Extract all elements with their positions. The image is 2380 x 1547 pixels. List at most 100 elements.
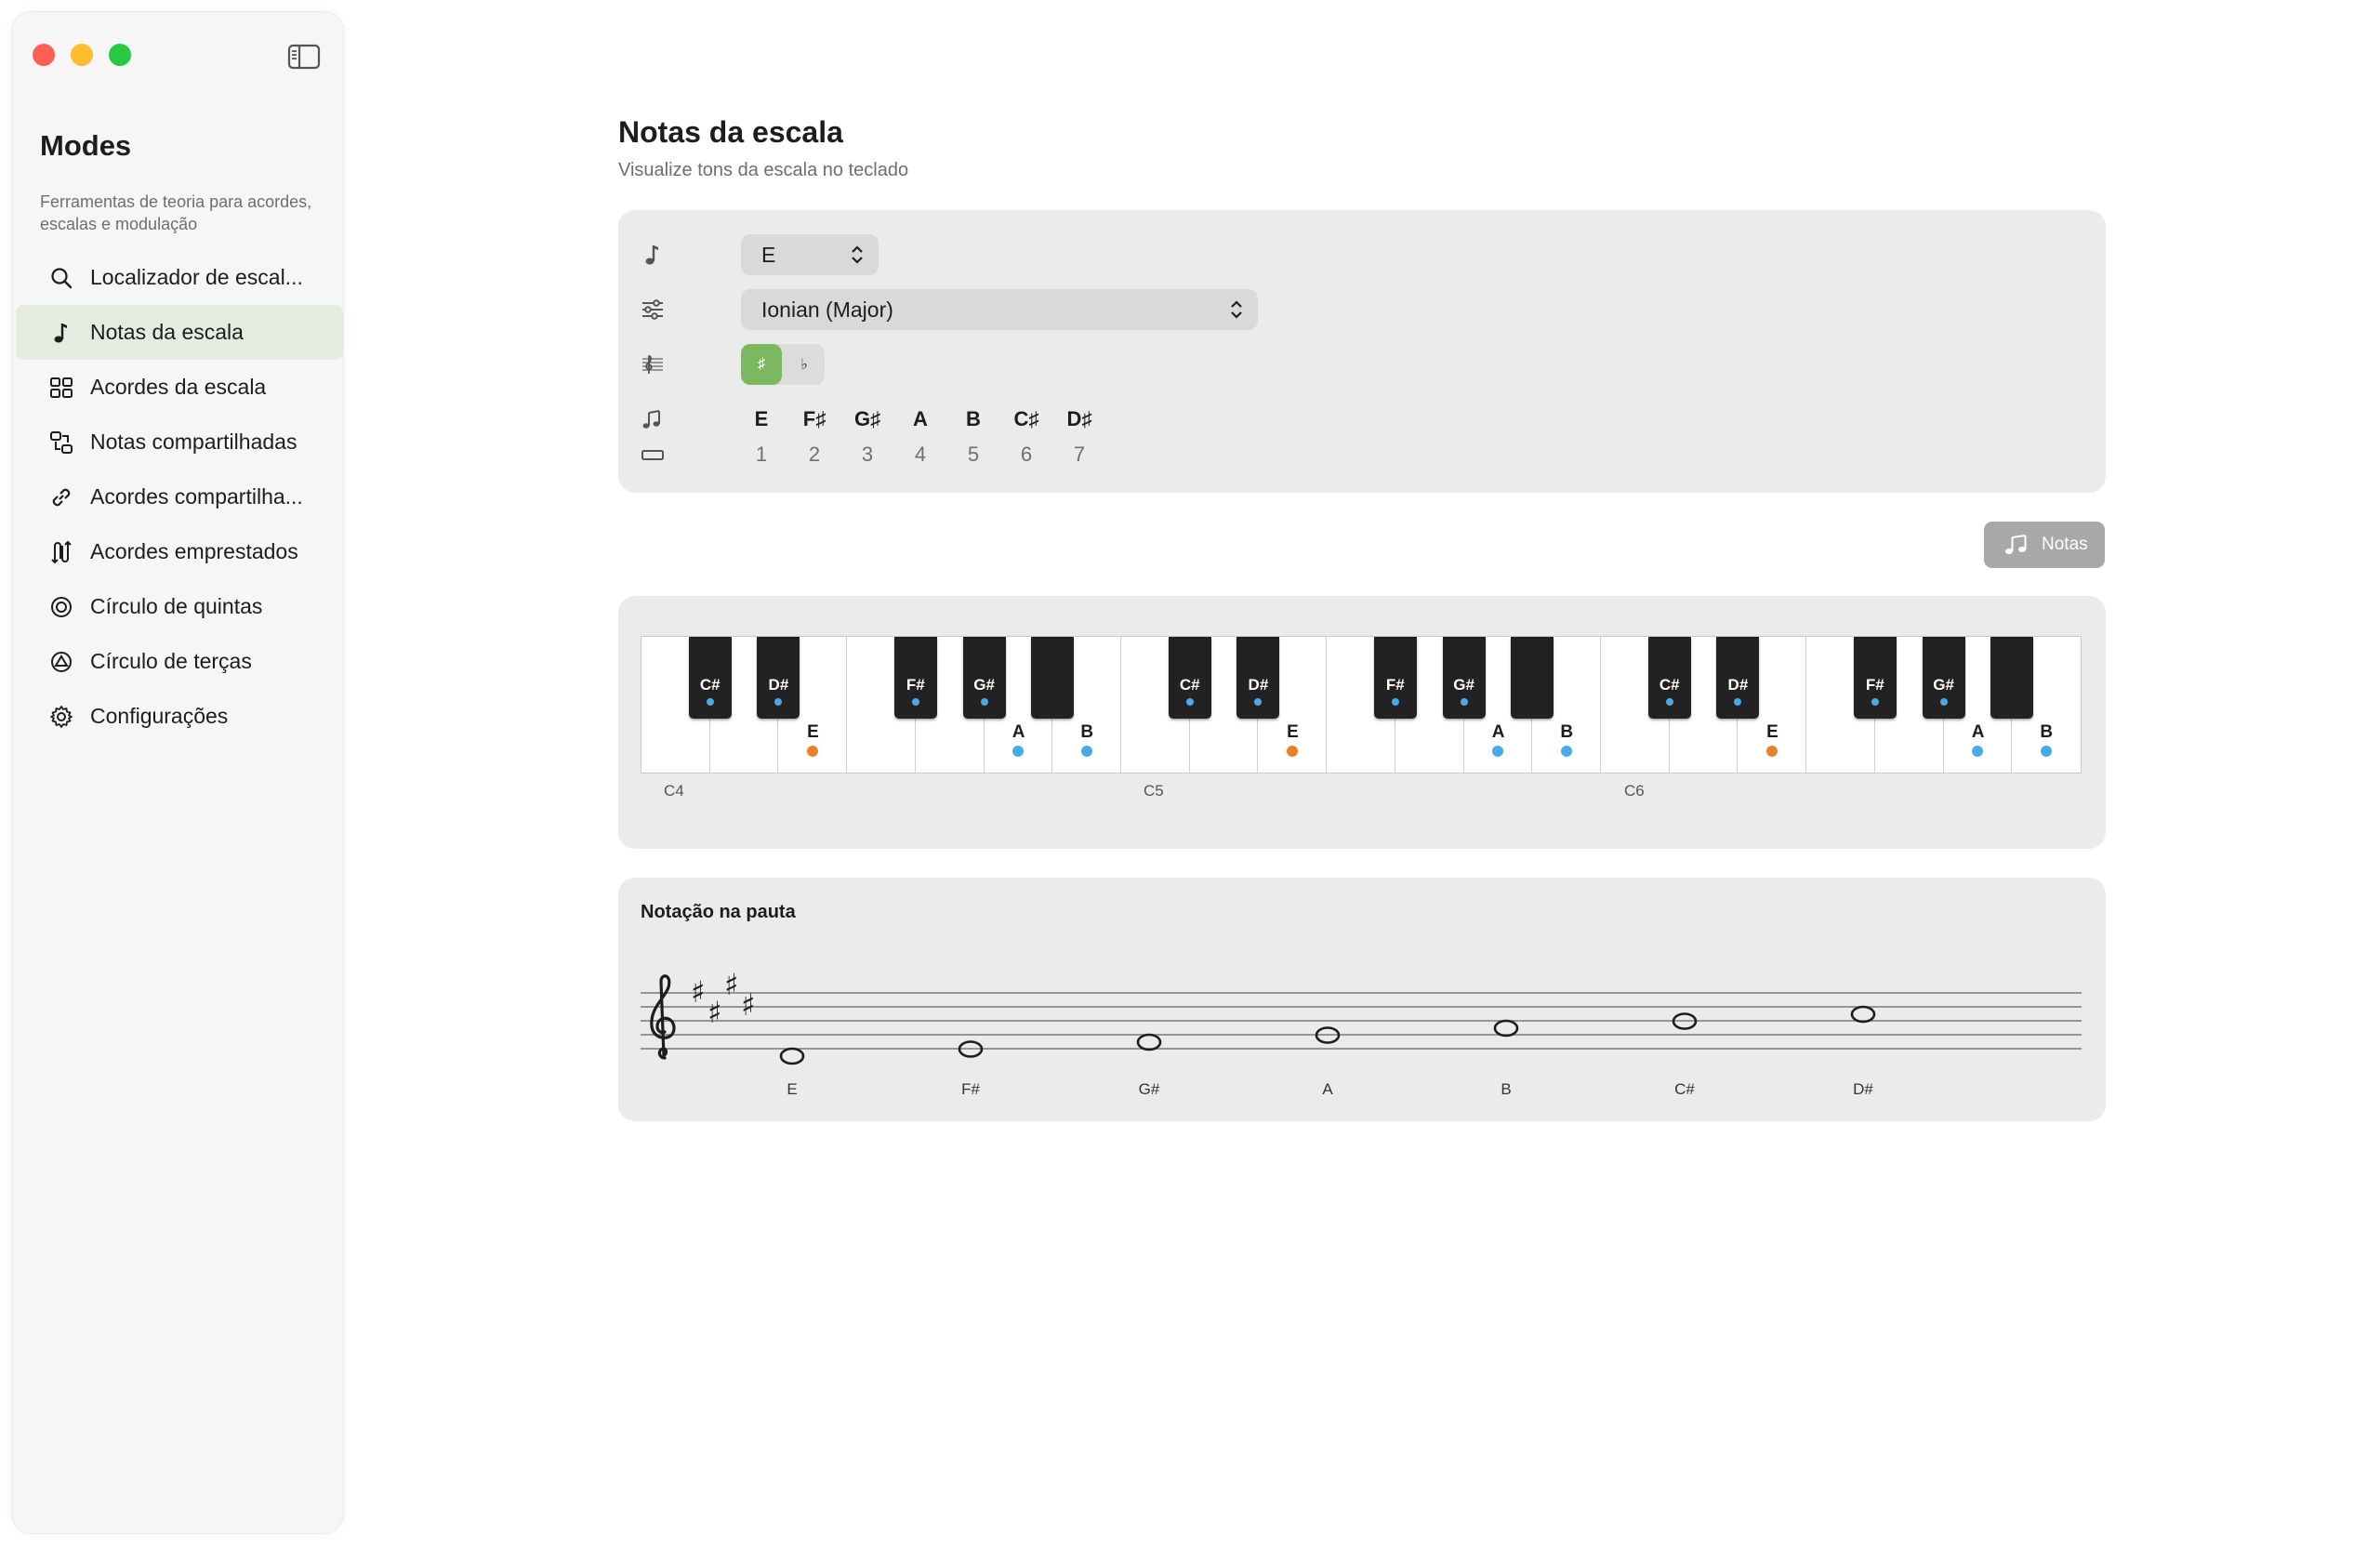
black-key[interactable] — [1511, 637, 1554, 719]
staff-note-label: F# — [961, 1080, 980, 1098]
circle-icon — [51, 597, 72, 617]
whole-note — [1850, 1005, 1876, 1024]
black-key[interactable]: C# — [1647, 637, 1691, 719]
sidebar-toggle-icon[interactable] — [287, 44, 321, 70]
scale-note-dot — [706, 698, 714, 706]
sidebar-item-scale-notes[interactable]: Notas da escala — [16, 305, 343, 360]
white-key-label: B — [2040, 722, 2054, 742]
piano-keyboard[interactable]: E A B E A B E A B C# D# F# G# C# D# F# G# C# D# F# G# — [641, 636, 2082, 774]
scale-note-dot — [1185, 698, 1194, 706]
sidebar-nav: Localizador de escal... Notas da escala … — [16, 250, 343, 744]
black-key-label: D# — [1727, 676, 1749, 694]
sidebar-item-label: Acordes da escala — [90, 375, 267, 399]
scale-note-dot — [1254, 698, 1263, 706]
staff-note-label: C# — [1674, 1080, 1695, 1098]
black-key[interactable]: G# — [962, 637, 1006, 719]
black-key-label: C# — [699, 676, 721, 694]
black-key[interactable]: D# — [1716, 637, 1760, 719]
scale-degree: 4 — [914, 443, 927, 466]
black-key[interactable] — [1031, 637, 1075, 719]
black-key[interactable]: F# — [893, 637, 937, 719]
scale-degree: 2 — [808, 443, 821, 466]
sidebar-item-circle-of-thirds[interactable]: Círculo de terças — [16, 634, 343, 689]
scale-degree: 3 — [861, 443, 874, 466]
sidebar-item-label: Círculo de terças — [90, 649, 252, 673]
black-key[interactable]: C# — [688, 637, 732, 719]
sharp-sign: ♯ — [741, 987, 755, 1023]
notes-icon — [2005, 535, 2027, 554]
notes-button[interactable]: Notas — [1984, 522, 2105, 568]
minimize-window-button[interactable] — [71, 44, 93, 66]
piano-card: E A B E A B E A B C# D# F# G# C# D# F# G# C# D# F# G# C4 C5 … — [618, 596, 2106, 849]
scale-note-dot — [1391, 698, 1399, 706]
sidebar-item-circle-of-fifths[interactable]: Círculo de quintas — [16, 579, 343, 634]
mode-select[interactable]: Ionian (Major) — [741, 289, 1258, 330]
sidebar-title: Modes — [40, 129, 132, 162]
mode-select-value: Ionian (Major) — [761, 297, 893, 322]
scale-note-dot — [911, 698, 919, 706]
sidebar-item-shared-chords[interactable]: Acordes compartilha... — [16, 469, 343, 524]
sidebar-item-label: Configurações — [90, 704, 229, 728]
white-key-label: E — [1766, 722, 1778, 742]
sidebar-item-borrowed-chords[interactable]: Acordes emprestados — [16, 524, 343, 579]
staff-note-label: G# — [1138, 1080, 1160, 1098]
octave-label: C5 — [1144, 782, 1164, 800]
treble-clef-icon — [650, 974, 676, 1060]
sidebar: Modes Ferramentas de teoria para acordes… — [11, 11, 344, 1534]
black-key[interactable]: C# — [1168, 637, 1211, 719]
key-select-value: E — [761, 242, 776, 267]
black-key[interactable]: D# — [1236, 637, 1280, 719]
shared-notes-icon — [50, 431, 73, 454]
sidebar-item-label: Notas da escala — [90, 320, 244, 344]
ruler-icon — [641, 450, 664, 460]
black-key-label: F# — [906, 676, 925, 694]
black-key-label: C# — [1659, 676, 1680, 694]
sharp-sign: ♯ — [691, 974, 705, 1010]
scale-note: G♯ — [853, 407, 881, 430]
search-icon — [51, 268, 73, 289]
scale-note: F♯ — [802, 407, 826, 430]
white-key-label: E — [807, 722, 819, 742]
accidental-toggle[interactable]: ♯ ♭ — [741, 344, 825, 385]
flat-option[interactable]: ♭ — [784, 344, 825, 385]
black-key[interactable]: G# — [1442, 637, 1486, 719]
staff-card: Notação na pauta ♯ ♯ ♯ ♯ E F# G# A B C# … — [618, 878, 2106, 1121]
sidebar-item-label: Acordes emprestados — [90, 539, 298, 563]
staff-clef-icon — [642, 355, 663, 374]
sharp-option[interactable]: ♯ — [741, 344, 782, 385]
black-key[interactable]: G# — [1922, 637, 1965, 719]
scale-note-dot — [1871, 698, 1879, 706]
scale-degree: 6 — [1020, 443, 1033, 466]
white-key-label: A — [1491, 722, 1505, 742]
sharp-sign: ♯ — [724, 967, 738, 1002]
scale-degree: 1 — [755, 443, 768, 466]
key-select[interactable]: E — [741, 234, 879, 275]
sidebar-item-label: Notas compartilhadas — [90, 430, 298, 454]
sidebar-item-scale-finder[interactable]: Localizador de escal... — [16, 250, 343, 305]
staff-note-label: E — [787, 1080, 798, 1098]
sliders-icon — [642, 299, 663, 320]
scale-note-dot — [980, 698, 988, 706]
whole-note — [779, 1047, 805, 1065]
scale-note: E — [754, 407, 769, 430]
black-key[interactable] — [1990, 637, 2034, 719]
borrowed-icon — [51, 540, 72, 564]
black-key[interactable]: D# — [757, 637, 800, 719]
close-window-button[interactable] — [33, 44, 55, 66]
chevron-up-down-icon — [852, 245, 863, 264]
sharp-sign: ♯ — [707, 995, 721, 1030]
link-icon — [52, 488, 71, 507]
triangle-circle-icon — [51, 652, 72, 672]
black-key[interactable]: F# — [1853, 637, 1897, 719]
zoom-window-button[interactable] — [109, 44, 131, 66]
white-key-label: A — [1012, 722, 1025, 742]
notes-icon — [642, 410, 660, 429]
scale-note: B — [966, 407, 981, 430]
sidebar-item-settings[interactable]: Configurações — [16, 689, 343, 744]
black-key-label: D# — [768, 676, 789, 694]
black-key-label: C# — [1179, 676, 1200, 694]
sidebar-item-scale-chords[interactable]: Acordes da escala — [16, 360, 343, 415]
sidebar-item-label: Círculo de quintas — [90, 594, 263, 618]
sidebar-item-shared-notes[interactable]: Notas compartilhadas — [16, 415, 343, 469]
black-key[interactable]: F# — [1373, 637, 1417, 719]
